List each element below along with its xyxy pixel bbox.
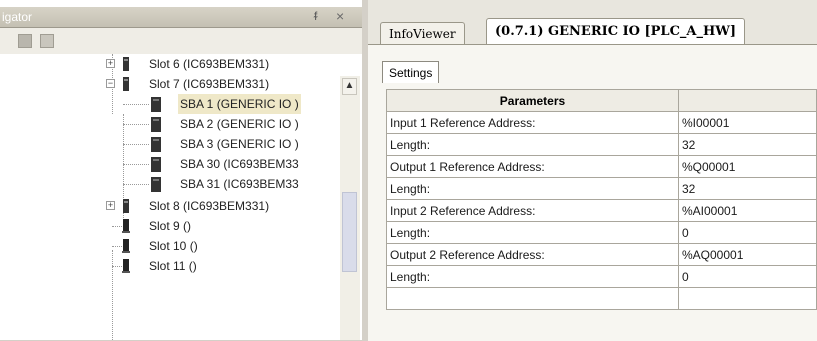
tree-guide-line xyxy=(123,124,149,125)
tree-item-slot-11[interactable]: Slot 11 () xyxy=(0,256,340,276)
expand-icon[interactable]: + xyxy=(106,59,115,68)
io-module-icon xyxy=(151,137,161,152)
grid-header-row: Parameters xyxy=(386,89,817,112)
editor-pane: InfoViewer (0.7.1) GENERIC IO [PLC_A_HW]… xyxy=(368,0,817,341)
tree-item-label: Slot 6 (IC693BEM331) xyxy=(149,57,270,71)
tree-guide-line xyxy=(112,246,122,247)
io-module-icon xyxy=(151,157,161,172)
param-name: Length: xyxy=(386,177,679,200)
param-name xyxy=(386,287,679,310)
tree-guide-line xyxy=(123,184,149,185)
tree-item-label: Slot 8 (IC693BEM331) xyxy=(149,199,270,213)
scroll-up-icon[interactable]: ▲ xyxy=(342,78,357,95)
tree-guide-line xyxy=(112,266,122,267)
hardware-tree: + Slot 6 (IC693BEM331) − Slot 7 (IC693BE… xyxy=(0,54,340,340)
param-name: Length: xyxy=(386,133,679,156)
tree-item-label: Slot 7 (IC693BEM331) xyxy=(149,77,270,91)
tree-item-slot-6[interactable]: + Slot 6 (IC693BEM331) xyxy=(0,54,340,74)
expand-icon[interactable]: + xyxy=(106,201,115,210)
param-value[interactable]: 32 xyxy=(678,177,817,200)
tree-item-sba-31[interactable]: SBA 31 (IC693BEM33 xyxy=(0,174,340,194)
param-value[interactable]: %I00001 xyxy=(678,111,817,134)
tree-item-label: SBA 1 (GENERIC IO ) xyxy=(178,94,301,114)
io-module-icon xyxy=(151,177,161,192)
tree-item-label: Slot 11 () xyxy=(149,259,197,273)
param-name: Input 2 Reference Address: xyxy=(386,199,679,222)
tree-item-label: Slot 10 () xyxy=(149,239,198,253)
tree-item-sba-2[interactable]: SBA 2 (GENERIC IO ) xyxy=(0,114,340,134)
table-row[interactable]: Length: 0 xyxy=(386,265,817,288)
tree-guide-line xyxy=(123,164,149,165)
param-value[interactable]: 0 xyxy=(678,265,817,288)
param-name: Length: xyxy=(386,221,679,244)
param-value[interactable]: 0 xyxy=(678,221,817,244)
navigator-title: igator xyxy=(2,10,33,24)
param-name: Output 2 Reference Address: xyxy=(386,243,679,266)
toolbar-properties-icon[interactable] xyxy=(40,34,54,48)
module-icon xyxy=(123,77,129,91)
table-row[interactable] xyxy=(386,287,817,310)
param-value[interactable] xyxy=(678,287,817,310)
table-row[interactable]: Output 1 Reference Address: %Q00001 xyxy=(386,155,817,178)
table-row[interactable]: Input 2 Reference Address: %AI00001 xyxy=(386,199,817,222)
document-body: Settings Parameters Input 1 Reference Ad… xyxy=(368,44,817,341)
io-module-icon xyxy=(151,97,161,112)
value-header xyxy=(678,89,817,112)
tree-item-label: SBA 31 (IC693BEM33 xyxy=(180,177,299,191)
tree-item-sba-1[interactable]: SBA 1 (GENERIC IO ) xyxy=(0,94,340,114)
param-value[interactable]: 32 xyxy=(678,133,817,156)
param-value[interactable]: %AI00001 xyxy=(678,199,817,222)
tab-settings[interactable]: Settings xyxy=(382,61,440,83)
tab-infoviewer[interactable]: InfoViewer xyxy=(380,22,465,44)
navigator-title-bar: igator ᵮ × xyxy=(0,7,362,28)
scrollbar-thumb[interactable] xyxy=(342,192,357,272)
toolbar-view-icon[interactable] xyxy=(18,34,32,48)
navigator-pane: igator ᵮ × + Slot 6 (IC693BEM331) − Slot… xyxy=(0,0,362,340)
collapse-icon[interactable]: − xyxy=(106,79,115,88)
tree-guide-line xyxy=(112,226,122,227)
tab-generic-io[interactable]: (0.7.1) GENERIC IO [PLC_A_HW] xyxy=(486,18,746,45)
tree-guide-line xyxy=(123,144,149,145)
tree-scrollbar[interactable]: ▲ xyxy=(340,76,360,340)
parameters-header: Parameters xyxy=(386,89,679,112)
tree-item-slot-7[interactable]: − Slot 7 (IC693BEM331) xyxy=(0,74,340,94)
tree-item-label: SBA 30 (IC693BEM33 xyxy=(180,157,299,171)
tree-item-label: SBA 3 (GENERIC IO ) xyxy=(180,137,299,151)
tree-item-sba-30[interactable]: SBA 30 (IC693BEM33 xyxy=(0,154,340,174)
tree-item-sba-3[interactable]: SBA 3 (GENERIC IO ) xyxy=(0,134,340,154)
io-module-icon xyxy=(151,117,161,132)
module-icon xyxy=(123,199,129,213)
tree-item-label: SBA 2 (GENERIC IO ) xyxy=(180,117,299,131)
tree-guide-line xyxy=(123,104,149,105)
tree-item-label: Slot 9 () xyxy=(149,219,192,233)
param-name: Input 1 Reference Address: xyxy=(386,111,679,134)
param-value[interactable]: %AQ00001 xyxy=(678,243,817,266)
parameters-grid: Parameters Input 1 Reference Address: %I0… xyxy=(386,89,817,310)
navigator-toolbar xyxy=(0,28,362,54)
empty-slot-icon xyxy=(122,259,130,273)
tree-item-slot-9[interactable]: Slot 9 () xyxy=(0,216,340,236)
empty-slot-icon xyxy=(122,219,130,233)
param-value[interactable]: %Q00001 xyxy=(678,155,817,178)
table-row[interactable]: Length: 32 xyxy=(386,177,817,200)
pin-icon[interactable]: ᵮ xyxy=(314,9,317,23)
tree-item-slot-8[interactable]: + Slot 8 (IC693BEM331) xyxy=(0,196,340,216)
document-tabs: InfoViewer (0.7.1) GENERIC IO [PLC_A_HW] xyxy=(368,16,817,46)
empty-slot-icon xyxy=(122,239,130,253)
module-icon xyxy=(123,57,129,71)
param-name: Output 1 Reference Address: xyxy=(386,155,679,178)
table-row[interactable]: Output 2 Reference Address: %AQ00001 xyxy=(386,243,817,266)
table-row[interactable]: Length: 0 xyxy=(386,221,817,244)
close-icon[interactable]: × xyxy=(336,8,344,24)
tree-item-slot-10[interactable]: Slot 10 () xyxy=(0,236,340,256)
param-name: Length: xyxy=(386,265,679,288)
table-row[interactable]: Input 1 Reference Address: %I00001 xyxy=(386,111,817,134)
table-row[interactable]: Length: 32 xyxy=(386,133,817,156)
